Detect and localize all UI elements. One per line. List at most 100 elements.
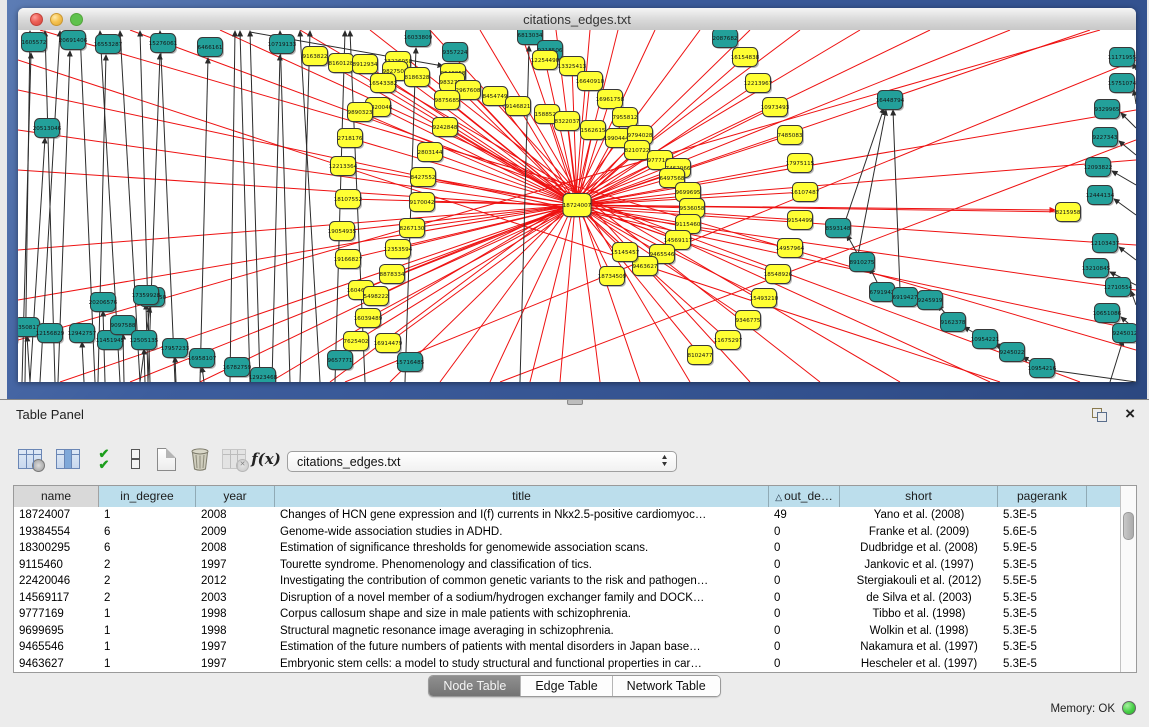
graph-edge[interactable] <box>240 31 250 382</box>
table-row[interactable]: 977716911998Corpus callosum shape and si… <box>14 606 1121 623</box>
graph-node[interactable]: 16553287 <box>94 35 123 56</box>
graph-node[interactable]: 12103437 <box>1091 234 1120 255</box>
table-row[interactable]: 946362711997Embryonic stem cells: a mode… <box>14 656 1121 673</box>
column-header-short[interactable]: short <box>840 486 998 507</box>
graph-node-selected[interactable]: 12213364 <box>329 157 358 178</box>
graph-node-selected[interactable]: 18548926 <box>764 265 793 286</box>
graph-node-selected[interactable]: 15493210 <box>750 289 779 310</box>
graph-node-selected[interactable]: 16107487 <box>791 183 820 204</box>
table-row[interactable]: 969969511998Structural magnetic resonanc… <box>14 623 1121 640</box>
column-header-name[interactable]: name <box>14 486 99 507</box>
column-header-pagerank[interactable]: pagerank <box>998 486 1087 507</box>
graph-node[interactable]: 12942757 <box>68 324 97 345</box>
graph-edge[interactable] <box>82 342 84 382</box>
graph-edge[interactable] <box>1110 340 1123 382</box>
graph-node[interactable]: 9245012 <box>1113 324 1137 345</box>
graph-node-selected[interactable]: 8878334 <box>380 265 407 286</box>
graph-node-selected[interactable]: 16039489 <box>354 309 383 330</box>
graph-node[interactable]: 11171955 <box>1108 48 1136 69</box>
graph-node[interactable]: 15751074 <box>1108 74 1136 95</box>
graph-node-selected[interactable]: 8102477 <box>688 346 715 367</box>
graph-node[interactable]: 10719133 <box>268 35 297 56</box>
graph-node-selected[interactable]: 7485083 <box>778 126 805 147</box>
graph-edge[interactable] <box>1119 247 1136 260</box>
graph-node-selected[interactable]: 9346775 <box>736 311 763 332</box>
graph-node-selected[interactable]: 15145457 <box>611 243 640 264</box>
graph-node[interactable]: 6466161 <box>198 38 225 59</box>
table-mode-icon[interactable] <box>16 445 44 473</box>
graph-node-selected[interactable]: 16154838 <box>731 48 760 69</box>
graph-node-selected[interactable]: 9890323 <box>348 103 375 124</box>
graph-edge[interactable] <box>230 31 235 382</box>
graph-edge-selected[interactable] <box>500 140 1136 382</box>
graph-node[interactable]: 10954216 <box>1028 359 1057 380</box>
column-header-out-degree[interactable]: △out_de… <box>769 486 840 507</box>
graph-edge[interactable] <box>272 55 280 382</box>
graph-node-selected[interactable]: 10973493 <box>761 98 790 119</box>
graph-node-selected[interactable]: 19166827 <box>334 250 363 271</box>
graph-node[interactable]: 9245919 <box>918 291 945 312</box>
graph-node-selected[interactable]: 8427552 <box>411 168 438 189</box>
graph-node-selected[interactable]: 9170042 <box>410 193 437 214</box>
create-column-icon[interactable] <box>152 445 180 473</box>
scrollbar-thumb[interactable] <box>1123 512 1134 540</box>
graph-node-selected[interactable]: 9146821 <box>506 97 533 118</box>
graph-node[interactable]: 9329965 <box>1095 100 1122 121</box>
table-row[interactable]: 911546021997Tourette syndrome. Phenomeno… <box>14 557 1121 574</box>
network-canvas[interactable]: 1605572 20691406 16553287 15276061 6466161 10… <box>18 30 1136 382</box>
graph-node-selected[interactable]: 8186328 <box>405 68 432 89</box>
graph-node-selected[interactable]: 8215958 <box>1056 203 1083 224</box>
graph-node-selected[interactable]: 11675297 <box>714 331 743 352</box>
graph-node[interactable]: 13210845 <box>1082 259 1111 280</box>
graph-edge[interactable] <box>160 31 175 382</box>
graph-node-selected[interactable]: 14957964 <box>776 239 805 260</box>
graph-node[interactable]: 16033809 <box>404 30 433 48</box>
float-panel-icon[interactable] <box>1092 408 1107 422</box>
graph-node-selected[interactable]: 7955812 <box>613 108 640 129</box>
graph-node[interactable]: 16448794 <box>876 91 905 112</box>
graph-node-selected[interactable]: 5498222 <box>364 287 391 308</box>
graph-node-selected[interactable]: 12353594 <box>384 240 413 261</box>
graph-node-selected[interactable]: 2718176 <box>338 129 365 150</box>
column-header-in-degree[interactable]: in_degree <box>99 486 196 507</box>
graph-node[interactable]: 8593148 <box>826 219 853 240</box>
graph-node-selected[interactable]: 19054935 <box>328 222 357 243</box>
table-vertical-scrollbar[interactable] <box>1120 486 1136 672</box>
graph-node[interactable]: 6919427 <box>893 288 920 309</box>
graph-node[interactable]: 20691406 <box>59 31 88 52</box>
table-row[interactable]: 946554611997Estimation of the future num… <box>14 639 1121 656</box>
graph-node-selected[interactable]: 8267130 <box>400 219 427 240</box>
graph-edge[interactable] <box>1121 113 1136 128</box>
graph-node-selected[interactable]: 8912934 <box>353 55 380 76</box>
tab-edge-table[interactable]: Edge Table <box>521 676 612 696</box>
graph-node-selected[interactable]: 9242848 <box>433 118 460 139</box>
graph-edge[interactable] <box>1114 199 1136 215</box>
graph-node[interactable]: 1605572 <box>22 33 49 54</box>
tab-network-table[interactable]: Network Table <box>613 676 720 696</box>
graph-node[interactable]: 12156829 <box>36 324 65 345</box>
graph-node[interactable]: 15276061 <box>149 34 178 55</box>
graph-node[interactable]: 17359928 <box>132 286 161 307</box>
function-builder-icon[interactable]: f(x) <box>252 445 280 473</box>
graph-node-selected[interactable]: 18724007 <box>563 194 593 219</box>
graph-node[interactable]: 12710554 <box>1104 278 1133 299</box>
table-row[interactable]: 1830029562008Estimation of significance … <box>14 540 1121 557</box>
graph-edge-selected[interactable] <box>360 112 577 205</box>
graph-edge[interactable] <box>200 58 208 382</box>
graph-node-selected[interactable]: 9875685 <box>435 91 462 112</box>
graph-node-selected[interactable]: 2803144 <box>418 143 445 164</box>
graph-node[interactable]: 16958107 <box>188 349 217 370</box>
graph-node[interactable]: 10954221 <box>971 330 1000 351</box>
graph-node[interactable]: 12444134 <box>1086 186 1115 207</box>
graph-node[interactable]: 20513046 <box>33 119 62 140</box>
table-row[interactable]: 1456911722003Disruption of a novel membe… <box>14 590 1121 607</box>
tab-node-table[interactable]: Node Table <box>429 676 521 696</box>
graph-edge[interactable] <box>140 31 150 382</box>
table-row[interactable]: 2242004622012Investigating the contribut… <box>14 573 1121 590</box>
graph-edge[interactable] <box>280 31 290 382</box>
graph-node-selected[interactable]: 12213967 <box>744 74 773 95</box>
graph-node[interactable]: 9657771 <box>328 351 355 372</box>
graph-node[interactable]: 9245022 <box>1000 343 1027 364</box>
graph-node[interactable]: 20206576 <box>89 293 118 314</box>
graph-node-selected[interactable]: 16914479 <box>374 334 403 355</box>
